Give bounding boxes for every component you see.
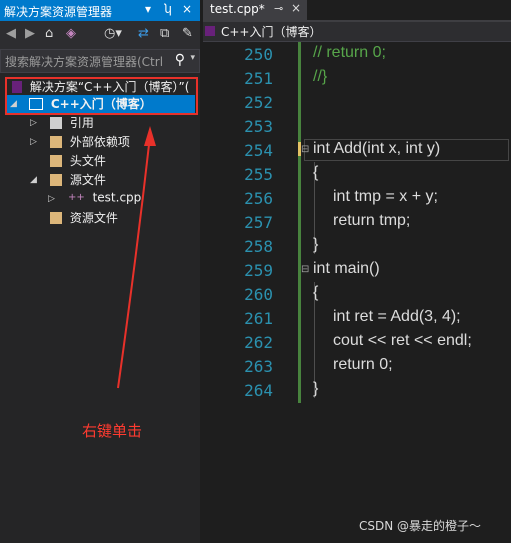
code-line: int ret = Add(3, 4);	[333, 308, 461, 325]
code-line: }	[313, 380, 319, 397]
code-line: return 0;	[333, 356, 393, 373]
tab-test-cpp[interactable]: test.cpp* ⊸ ×	[203, 0, 307, 20]
line-number: 253	[244, 117, 273, 136]
annotation-arrow	[117, 126, 156, 389]
code-line: {	[313, 164, 319, 181]
code-editor[interactable]: 250 251 252 253 254 255 256 257 258 259 …	[203, 42, 511, 543]
line-number: 261	[244, 309, 273, 328]
line-number: 258	[244, 237, 273, 256]
code-line: int main()	[313, 260, 380, 277]
code-line: int Add(int x, int y)	[313, 140, 441, 157]
line-number: 256	[244, 189, 273, 208]
line-number: 250	[244, 45, 273, 64]
fold-collapse-icon[interactable]: ⊟	[301, 264, 309, 275]
pin-icon[interactable]: ⊸	[274, 2, 283, 15]
code-line: return tmp;	[333, 212, 411, 229]
code-line: // return 0;	[313, 44, 386, 61]
line-number: 263	[244, 357, 273, 376]
line-number: 264	[244, 381, 273, 400]
navigation-bar[interactable]: C++入门（博客）	[203, 22, 511, 42]
line-number: 255	[244, 165, 273, 184]
code-line: int tmp = x + y;	[333, 188, 438, 205]
fold-collapse-icon[interactable]: ⊟	[301, 144, 309, 155]
code-line: //}	[313, 68, 328, 85]
nav-project-label: C++入门（博客）	[221, 25, 322, 39]
line-number: 252	[244, 93, 273, 112]
code-line: {	[313, 284, 319, 301]
annotation-label: 右键单击	[82, 422, 143, 440]
code-line: }	[313, 236, 319, 253]
line-number: 257	[244, 213, 273, 232]
line-number: 260	[244, 285, 273, 304]
line-number: 262	[244, 333, 273, 352]
line-number: 251	[244, 69, 273, 88]
line-number: 259	[244, 261, 273, 280]
close-icon[interactable]: ×	[291, 1, 301, 15]
line-number: 254	[244, 141, 273, 160]
watermark: CSDN @暴走的橙子～	[359, 519, 482, 533]
code-line: cout << ret << endl;	[333, 332, 472, 349]
project-icon	[205, 26, 215, 36]
change-margin	[298, 42, 301, 403]
tab-label: test.cpp*	[210, 2, 265, 16]
